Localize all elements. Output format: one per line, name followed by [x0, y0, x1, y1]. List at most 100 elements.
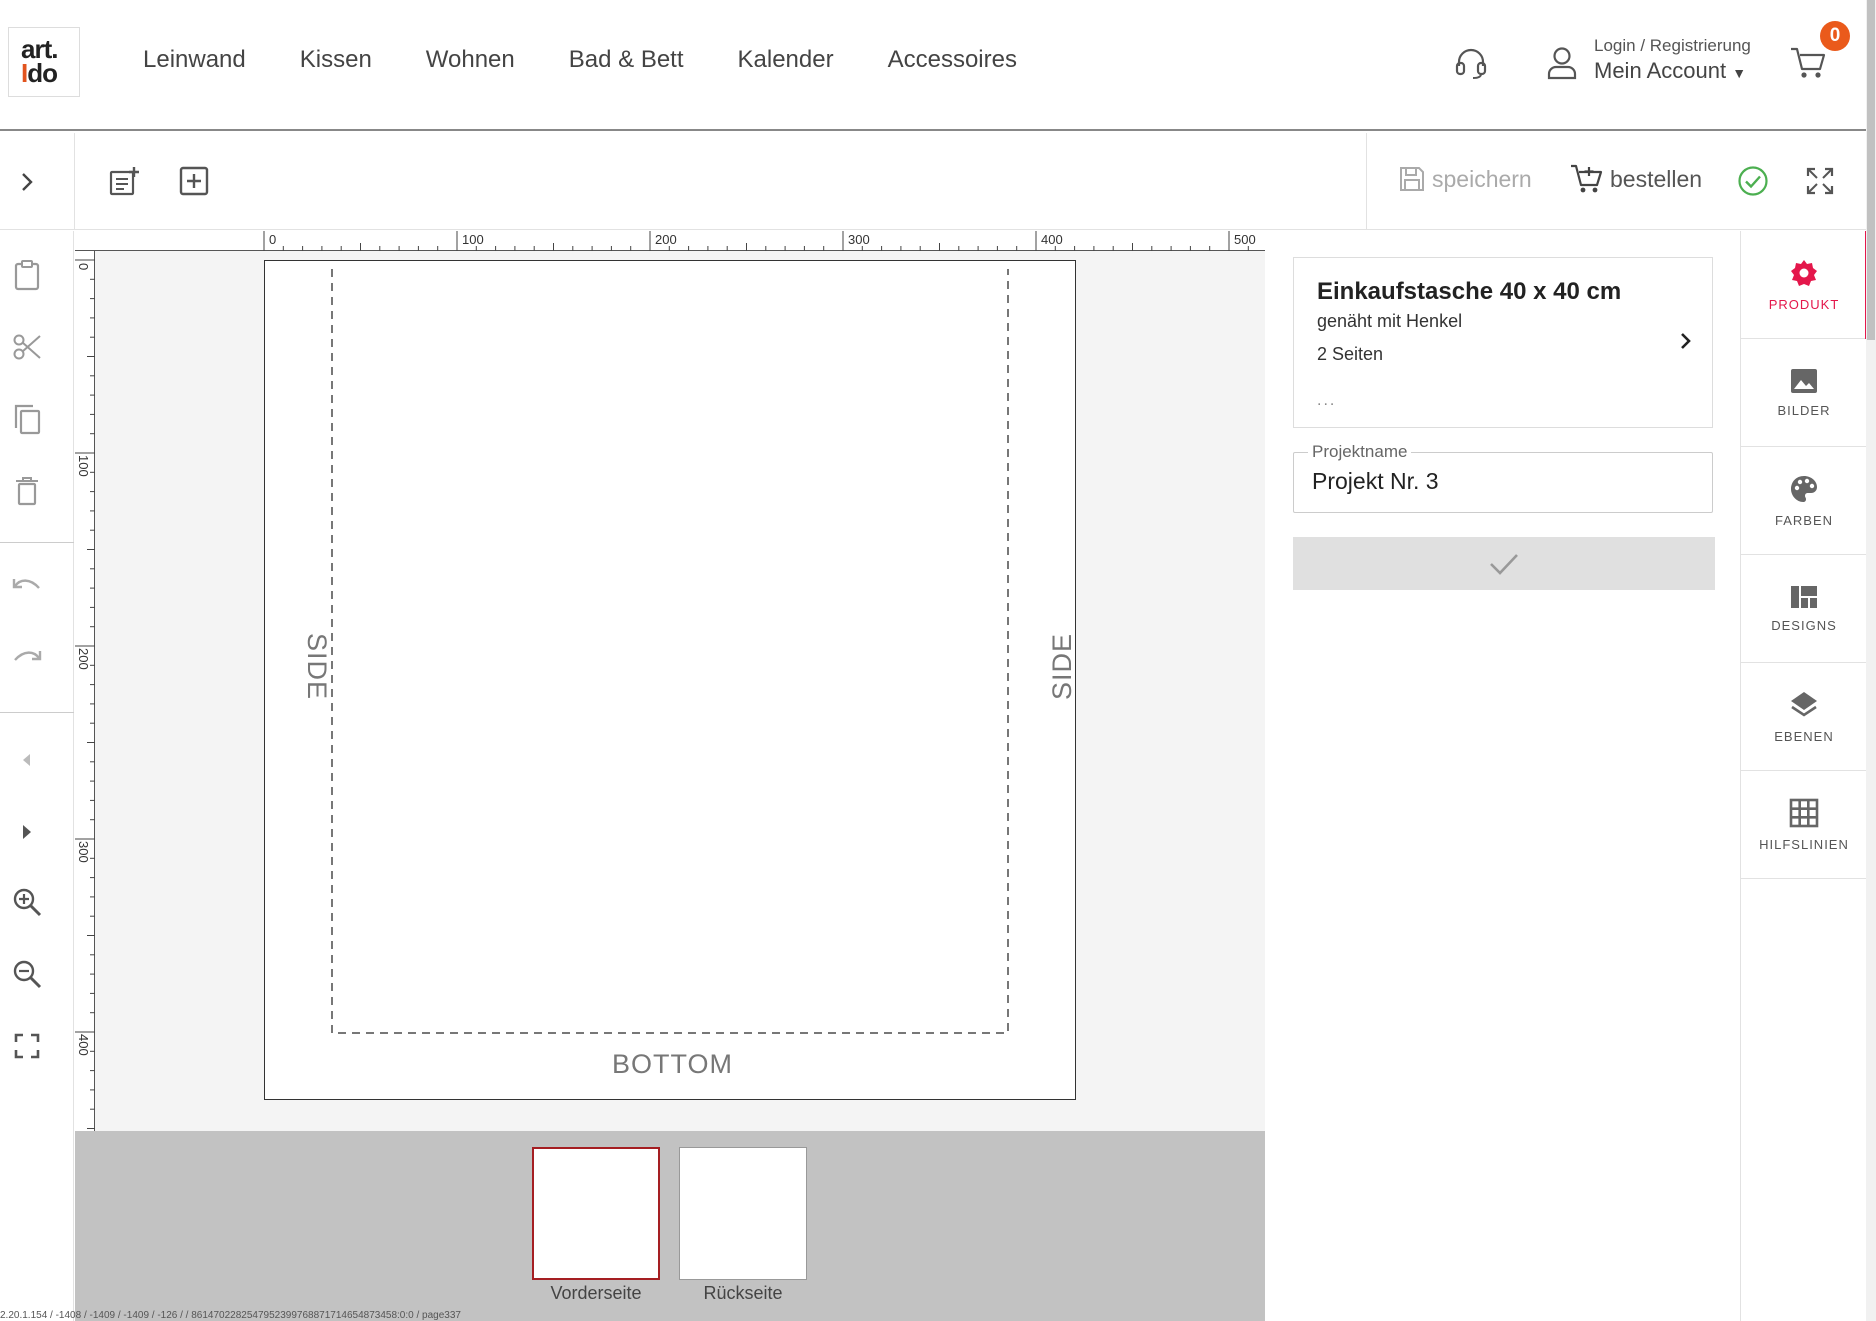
page-thumb-label[interactable]: Vorderseite — [532, 1283, 660, 1304]
vertical-ruler: 0 100 200 300 400 — [75, 251, 95, 1131]
ruler-h-label: 100 — [462, 232, 484, 247]
tab-hilfslinien[interactable]: HILFSLINIEN — [1741, 771, 1867, 879]
save-button[interactable]: speichern — [1398, 165, 1532, 193]
fit-to-screen-icon[interactable] — [11, 1030, 43, 1062]
ruler-h-label: 300 — [848, 232, 870, 247]
login-link[interactable]: Login / Registrierung — [1594, 36, 1751, 56]
chevron-right-icon[interactable] — [1680, 332, 1692, 350]
design-page[interactable]: SIDE SIDE BOTTOM — [264, 260, 1078, 1100]
tab-farben[interactable]: FARBEN — [1741, 447, 1867, 555]
tab-label: HILFSLINIEN — [1759, 836, 1849, 852]
editor-toolbar: speichern bestellen — [0, 133, 1866, 230]
tab-label: PRODUKT — [1768, 296, 1840, 312]
gear-icon — [1789, 258, 1819, 288]
layout-designs-icon — [1790, 585, 1818, 609]
nav-item-kissen[interactable]: Kissen — [300, 46, 372, 74]
side-label-left: SIDE — [302, 632, 333, 701]
tab-bilder[interactable]: BILDER — [1741, 339, 1867, 447]
ruler-v-label: 300 — [76, 841, 91, 863]
my-account-label[interactable]: Mein Account ▼ — [1594, 56, 1751, 88]
order-label: bestellen — [1610, 165, 1703, 192]
product-more-ellipsis: ... — [1317, 392, 1337, 409]
safe-area-guide — [331, 269, 1009, 1034]
previous-caret-icon[interactable] — [11, 744, 43, 776]
left-tool-column — [0, 231, 74, 1321]
main-nav: Leinwand Kissen Wohnen Bad & Bett Kalend… — [143, 46, 1071, 74]
nav-item-leinwand[interactable]: Leinwand — [143, 46, 246, 74]
product-detail-1: genäht mit Henkel — [1317, 311, 1463, 331]
project-name-input[interactable] — [1312, 468, 1692, 495]
nav-item-kalender[interactable]: Kalender — [738, 46, 834, 74]
order-button[interactable]: bestellen — [1570, 163, 1702, 195]
layers-icon — [1789, 690, 1819, 720]
zoom-out-icon[interactable] — [11, 958, 43, 990]
nav-item-accessoires[interactable]: Accessoires — [888, 46, 1017, 74]
checkmark-icon — [1489, 553, 1519, 575]
next-caret-icon[interactable] — [11, 816, 43, 848]
support-headset-icon[interactable] — [1454, 48, 1488, 80]
nav-item-wohnen[interactable]: Wohnen — [426, 46, 515, 74]
ruler-h-label: 400 — [1041, 232, 1063, 247]
grid-icon — [1789, 798, 1819, 828]
confirm-project-button[interactable] — [1293, 537, 1715, 590]
editor-side-tabs: PRODUKT BILDER FARBEN DESIGNS EBENEN HIL… — [1740, 231, 1868, 1321]
ruler-h-label: 200 — [655, 232, 677, 247]
zoom-in-icon[interactable] — [11, 886, 43, 918]
design-canvas-area[interactable]: 0 100 200 300 400 500 0 100 200 300 400 … — [75, 231, 1265, 1131]
artido-logo[interactable]: art. Ido — [8, 27, 80, 97]
ruler-v-label: 400 — [76, 1034, 91, 1056]
product-title: Einkaufstasche 40 x 40 cm — [1317, 278, 1622, 305]
page-thumb-back[interactable] — [679, 1147, 807, 1280]
check-circle-icon[interactable] — [1737, 165, 1769, 197]
ruler-v-label: 100 — [76, 455, 91, 477]
fullscreen-arrows-icon[interactable] — [1804, 165, 1836, 197]
bottom-label: BOTTOM — [612, 1049, 734, 1079]
paste-clipboard-icon[interactable] — [11, 259, 43, 291]
ruler-v-label: 200 — [76, 648, 91, 670]
toolbar-divider — [74, 133, 75, 230]
expand-sidebar-chevron-icon[interactable] — [11, 166, 43, 198]
delete-trash-icon[interactable] — [11, 475, 43, 507]
tab-label: BILDER — [1777, 402, 1831, 418]
tool-divider — [0, 712, 74, 713]
ruler-h-label: 500 — [1234, 232, 1256, 247]
image-icon — [1790, 368, 1818, 394]
cut-scissors-icon[interactable] — [11, 331, 43, 363]
tab-produkt[interactable]: PRODUKT — [1741, 231, 1868, 339]
cart-icon[interactable] — [1790, 46, 1826, 80]
logo-text-bottom: Ido — [21, 58, 58, 88]
product-detail-2: 2 Seiten — [1317, 344, 1384, 364]
page-thumb-front[interactable] — [532, 1147, 660, 1280]
scrollbar-thumb[interactable] — [1867, 0, 1875, 340]
tool-divider — [0, 542, 74, 543]
product-info-card[interactable]: Einkaufstasche 40 x 40 cm genäht mit Hen… — [1293, 257, 1713, 428]
undo-icon[interactable] — [11, 571, 43, 603]
save-disk-icon — [1398, 165, 1426, 193]
save-label: speichern — [1432, 165, 1532, 192]
account-menu[interactable]: Login / Registrierung Mein Account ▼ — [1594, 36, 1751, 88]
ruler-v-label: 0 — [76, 263, 91, 271]
add-text-icon[interactable] — [108, 165, 140, 197]
tab-label: FARBEN — [1774, 512, 1833, 528]
project-name-field[interactable]: Projektname — [1293, 442, 1713, 513]
site-header: art. Ido Leinwand Kissen Wohnen Bad & Be… — [0, 0, 1876, 131]
page-scrollbar[interactable] — [1866, 0, 1876, 1321]
cart-plus-icon — [1570, 163, 1604, 195]
add-element-icon[interactable] — [178, 165, 210, 197]
ruler-h-label: 0 — [269, 232, 277, 247]
palette-icon — [1789, 474, 1819, 504]
copy-icon[interactable] — [11, 403, 43, 435]
page-thumbnail-strip: Vorderseite Rückseite — [75, 1131, 1265, 1321]
caret-down-icon: ▼ — [1732, 65, 1747, 81]
side-label-right: SIDE — [1047, 632, 1078, 701]
product-panel: Einkaufstasche 40 x 40 cm genäht mit Hen… — [1266, 231, 1740, 1321]
project-name-label: Projektname — [1308, 442, 1412, 462]
toolbar-divider — [1366, 133, 1367, 230]
nav-item-bad-bett[interactable]: Bad & Bett — [569, 46, 684, 74]
tab-designs[interactable]: DESIGNS — [1741, 555, 1867, 663]
user-icon[interactable] — [1547, 46, 1577, 80]
tab-ebenen[interactable]: EBENEN — [1741, 663, 1867, 771]
horizontal-ruler: 0 100 200 300 400 500 — [75, 231, 1265, 251]
redo-icon[interactable] — [11, 643, 43, 675]
page-thumb-label[interactable]: Rückseite — [679, 1283, 807, 1304]
